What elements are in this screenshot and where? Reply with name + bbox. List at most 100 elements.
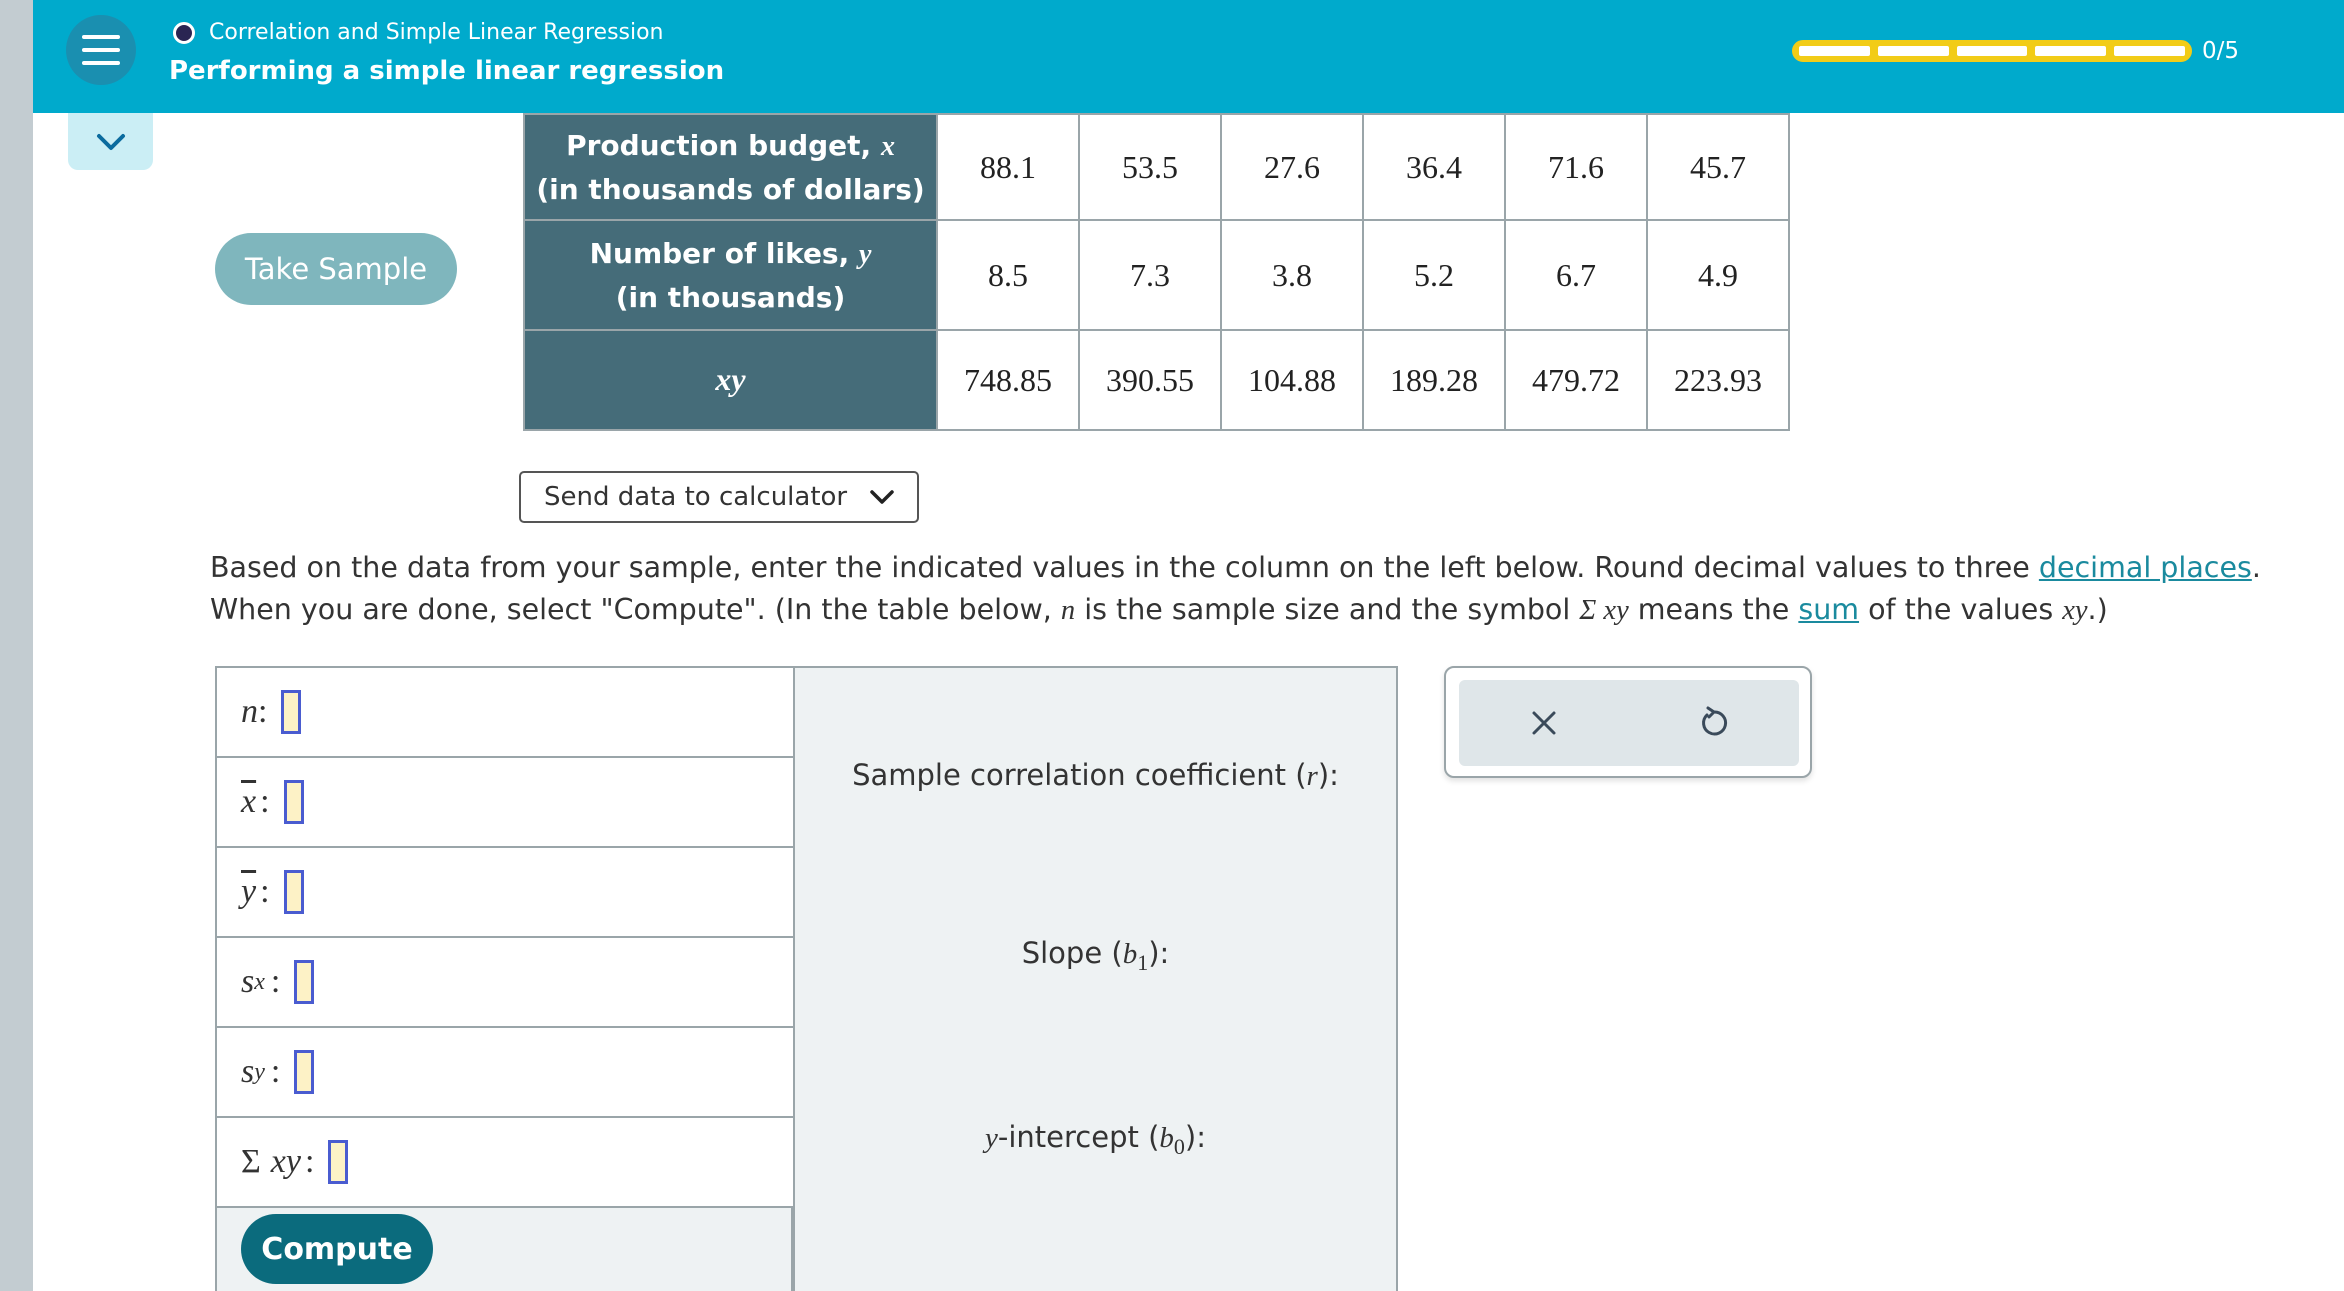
- table-cell: 479.72: [1504, 329, 1648, 431]
- decimal-places-link[interactable]: decimal places: [2039, 551, 2252, 584]
- table-cell: 88.1: [936, 113, 1080, 221]
- action-panel: [1444, 666, 1812, 778]
- table-cell: 7.3: [1078, 219, 1222, 331]
- instruction-text: of the values: [1859, 593, 2063, 626]
- progress-segment: [1877, 46, 1949, 56]
- instruction-math: n: [1060, 595, 1076, 626]
- table-row: xy 748.85 390.55 104.88 189.28 479.72 22…: [523, 329, 1790, 431]
- output-math: r: [1306, 760, 1318, 792]
- chevron-down-icon: [96, 133, 125, 150]
- colon: :: [304, 1143, 315, 1180]
- n-row: n:: [217, 668, 793, 758]
- sigma-symbol: Σ: [241, 1143, 261, 1180]
- progress-label: 0/5: [2202, 38, 2240, 64]
- xbar-input[interactable]: [283, 780, 304, 824]
- xbar-row: x:: [217, 758, 793, 848]
- row-header-unit: (in thousands): [615, 280, 846, 314]
- table-cell: 45.7: [1646, 113, 1790, 221]
- sigma-xy-input[interactable]: [328, 1140, 349, 1184]
- output-text: ):: [1148, 936, 1170, 970]
- sy-subscript: y: [254, 1058, 265, 1085]
- row-header-variable: xy: [715, 361, 746, 397]
- row-header-xy: xy: [523, 329, 938, 431]
- instruction-text: .): [2087, 593, 2108, 626]
- output-subscript: 1: [1137, 949, 1149, 975]
- reset-button[interactable]: [1689, 698, 1739, 748]
- collapse-toggle[interactable]: [68, 113, 153, 170]
- row-header-budget: Production budget, x (in thousands of do…: [523, 113, 938, 221]
- table-cell: 3.8: [1220, 219, 1364, 331]
- topic-label: Correlation and Simple Linear Regression: [209, 20, 664, 45]
- table-row: Number of likes, y (in thousands) 8.5 7.…: [523, 219, 1790, 331]
- output-math: y: [985, 1122, 998, 1154]
- table-cell: 8.5: [936, 219, 1080, 331]
- menu-icon-line: [82, 61, 120, 65]
- row-header-text: Production budget,: [566, 128, 881, 162]
- progress-segment: [2035, 46, 2107, 56]
- page-title: Performing a simple linear regression: [169, 56, 725, 86]
- output-text: -intercept (: [997, 1120, 1160, 1154]
- progress-bar: [1792, 40, 2192, 62]
- action-toolbar: [1459, 680, 1799, 766]
- input-column: n: x: y: sx: sy: Σ xy:: [215, 666, 793, 1291]
- intercept-label: y-intercept (b0):: [795, 1120, 1396, 1160]
- row-header-likes: Number of likes, y (in thousands): [523, 219, 938, 331]
- sx-subscript: x: [254, 968, 265, 995]
- row-header-variable: y: [858, 238, 872, 270]
- table-cell: 36.4: [1362, 113, 1506, 221]
- instruction-text: means the: [1628, 593, 1799, 626]
- slope-label: Slope (b1):: [795, 936, 1396, 976]
- ybar-row: y:: [217, 848, 793, 938]
- menu-icon-line: [82, 48, 120, 52]
- colon: :: [270, 1053, 281, 1090]
- table-cell: 4.9: [1646, 219, 1790, 331]
- table-cell: 748.85: [936, 329, 1080, 431]
- menu-icon-line: [82, 35, 120, 39]
- send-data-dropdown[interactable]: Send data to calculator: [519, 471, 919, 523]
- row-header-variable: x: [880, 130, 895, 162]
- output-text: Slope (: [1021, 936, 1123, 970]
- output-math: b: [1122, 938, 1138, 970]
- colon: :: [260, 873, 270, 910]
- take-sample-button[interactable]: Take Sample: [215, 233, 457, 305]
- output-text: ):: [1184, 1120, 1206, 1154]
- undo-icon: [1702, 706, 1728, 736]
- row-header-text: Number of likes,: [589, 236, 859, 270]
- instructions: Based on the data from your sample, ente…: [210, 547, 2320, 632]
- topic-status-icon: [173, 22, 195, 44]
- sigma-xy-row: Σ xy:: [217, 1118, 793, 1208]
- close-icon: [1532, 711, 1556, 735]
- n-input[interactable]: [281, 690, 302, 734]
- sy-label: s: [241, 1053, 255, 1090]
- compute-button[interactable]: Compute: [241, 1214, 433, 1284]
- output-column: Sample correlation coefficient (r): Slop…: [793, 666, 1398, 1291]
- instruction-text: is the sample size and the symbol: [1075, 593, 1580, 626]
- sigma-xy-label: xy: [270, 1143, 301, 1180]
- sx-input[interactable]: [294, 960, 315, 1004]
- output-subscript: 0: [1173, 1133, 1185, 1159]
- ybar-input[interactable]: [283, 870, 304, 914]
- progress-segment: [2114, 46, 2185, 56]
- colon: :: [258, 693, 268, 730]
- table-cell: 104.88: [1220, 329, 1364, 431]
- xbar-label: x: [241, 783, 257, 820]
- correlation-label: Sample correlation coefficient (r):: [795, 758, 1396, 793]
- sy-row: sy:: [217, 1028, 793, 1118]
- output-text: Sample correlation coefficient (: [852, 758, 1307, 792]
- instruction-math: xy: [2062, 595, 2088, 626]
- colon: :: [260, 783, 270, 820]
- colon: :: [270, 963, 281, 1000]
- table-cell: 5.2: [1362, 219, 1506, 331]
- progress-segment: [1956, 46, 2028, 56]
- table-cell: 390.55: [1078, 329, 1222, 431]
- n-label: n: [241, 693, 258, 730]
- table-row: Production budget, x (in thousands of do…: [523, 113, 1790, 221]
- instruction-text: Based on the data from your sample, ente…: [210, 551, 2039, 584]
- table-cell: 189.28: [1362, 329, 1506, 431]
- clear-button[interactable]: [1519, 698, 1569, 748]
- sy-input[interactable]: [294, 1050, 315, 1094]
- table-cell: 53.5: [1078, 113, 1222, 221]
- menu-button[interactable]: [66, 15, 136, 85]
- sx-row: sx:: [217, 938, 793, 1028]
- sum-link[interactable]: sum: [1798, 593, 1859, 626]
